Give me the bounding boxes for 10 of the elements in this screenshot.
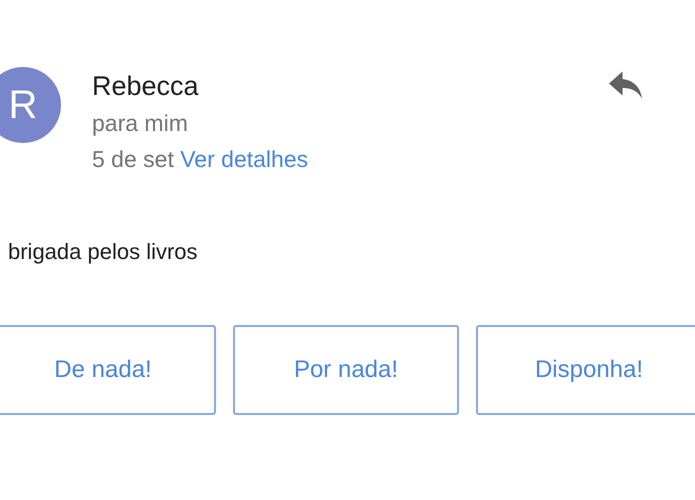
message-body: brigada pelos livros [8,238,199,266]
smart-reply-button[interactable]: De nada! [0,325,216,415]
avatar: R [0,67,61,143]
sender-name: Rebecca [92,70,200,103]
date-label: 5 de set [92,146,174,172]
details-link[interactable]: Ver detalhes [180,146,308,172]
smart-reply-button[interactable]: Disponha! [476,325,695,415]
reply-icon[interactable] [609,71,645,99]
recipient-label: para mim [92,109,189,138]
smart-reply-button[interactable]: Por nada! [233,325,459,415]
